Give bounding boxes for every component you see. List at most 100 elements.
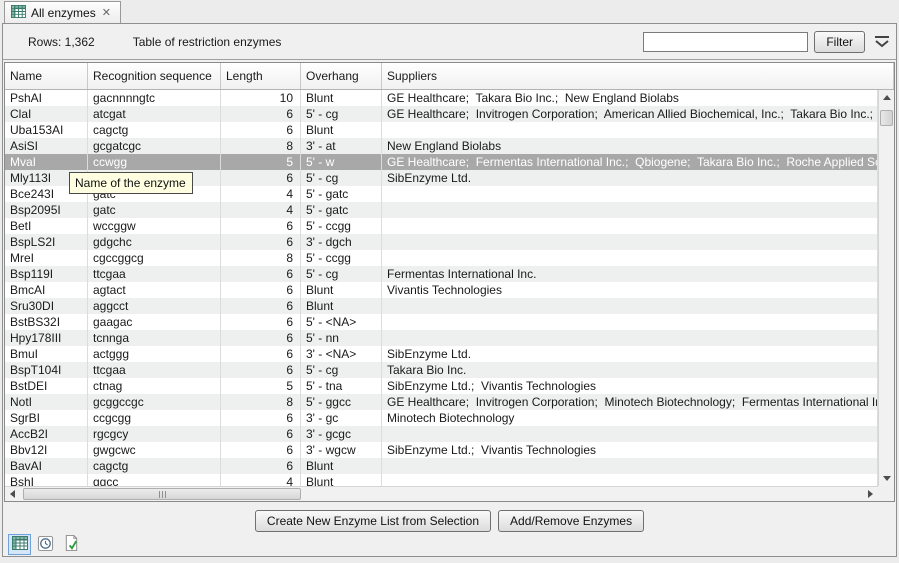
cell-overhang[interactable]: 5' - ccgg: [301, 218, 382, 234]
cell-name[interactable]: SgrBI: [5, 410, 88, 426]
cell-recognition-sequence[interactable]: wccggw: [88, 218, 221, 234]
cell-name[interactable]: PshAI: [5, 90, 88, 106]
cell-suppliers[interactable]: Minotech Biotechnology: [382, 410, 878, 426]
tab-all-enzymes[interactable]: All enzymes ✕: [4, 1, 121, 23]
cell-overhang[interactable]: Blunt: [301, 282, 382, 298]
scroll-left-button[interactable]: [5, 487, 20, 501]
column-header-suppliers[interactable]: Suppliers: [382, 63, 894, 89]
cell-recognition-sequence[interactable]: ctnag: [88, 378, 221, 394]
table-row[interactable]: ClaI atcgat 6 5' - cg GE Healthcare; Inv…: [5, 106, 878, 122]
cell-name[interactable]: NotI: [5, 394, 88, 410]
cell-overhang[interactable]: 5' - cg: [301, 170, 382, 186]
table-row[interactable]: Bsp2095I gatc 4 5' - gatc: [5, 202, 878, 218]
table-row[interactable]: Hpy178III tcnnga 6 5' - nn: [5, 330, 878, 346]
cell-length[interactable]: 6: [221, 458, 301, 474]
element-info-view-button[interactable]: [60, 534, 83, 555]
cell-recognition-sequence[interactable]: agtact: [88, 282, 221, 298]
cell-length[interactable]: 5: [221, 154, 301, 170]
cell-suppliers[interactable]: [382, 298, 878, 314]
cell-name[interactable]: BstDEI: [5, 378, 88, 394]
cell-name[interactable]: BshI: [5, 474, 88, 486]
table-row[interactable]: MvaI ccwgg 5 5' - w GE Healthcare; Ferme…: [5, 154, 878, 170]
cell-length[interactable]: 6: [221, 282, 301, 298]
cell-suppliers[interactable]: [382, 250, 878, 266]
cell-recognition-sequence[interactable]: gcggccgc: [88, 394, 221, 410]
cell-length[interactable]: 4: [221, 474, 301, 486]
cell-overhang[interactable]: 5' - w: [301, 154, 382, 170]
cell-name[interactable]: BavAI: [5, 458, 88, 474]
table-row[interactable]: BetI wccggw 6 5' - ccgg: [5, 218, 878, 234]
cell-length[interactable]: 6: [221, 410, 301, 426]
cell-overhang[interactable]: 5' - cg: [301, 106, 382, 122]
cell-length[interactable]: 6: [221, 218, 301, 234]
cell-name[interactable]: Bbv12I: [5, 442, 88, 458]
cell-suppliers[interactable]: [382, 314, 878, 330]
cell-suppliers[interactable]: [382, 122, 878, 138]
cell-length[interactable]: 5: [221, 378, 301, 394]
cell-suppliers[interactable]: [382, 426, 878, 442]
cell-suppliers[interactable]: SibEnzyme Ltd.: [382, 346, 878, 362]
cell-suppliers[interactable]: SibEnzyme Ltd.: [382, 170, 878, 186]
table-row[interactable]: SgrBI ccgcgg 6 3' - gc Minotech Biotechn…: [5, 410, 878, 426]
cell-overhang[interactable]: 5' - gatc: [301, 186, 382, 202]
scroll-down-button[interactable]: [879, 471, 894, 486]
cell-length[interactable]: 6: [221, 346, 301, 362]
table-view-button[interactable]: [8, 534, 31, 555]
cell-suppliers[interactable]: GE Healthcare; Invitrogen Corporation; M…: [382, 394, 878, 410]
cell-length[interactable]: 6: [221, 330, 301, 346]
cell-recognition-sequence[interactable]: rgcgcy: [88, 426, 221, 442]
cell-length[interactable]: 6: [221, 442, 301, 458]
table-row[interactable]: Uba153AI cagctg 6 Blunt: [5, 122, 878, 138]
cell-recognition-sequence[interactable]: ccwgg: [88, 154, 221, 170]
filter-options-icon[interactable]: [873, 35, 890, 49]
cell-length[interactable]: 8: [221, 138, 301, 154]
cell-recognition-sequence[interactable]: gdgchc: [88, 234, 221, 250]
filter-input[interactable]: [643, 32, 808, 52]
cell-suppliers[interactable]: Takara Bio Inc.: [382, 362, 878, 378]
table-row[interactable]: Sru30DI aggcct 6 Blunt: [5, 298, 878, 314]
scroll-up-button[interactable]: [879, 90, 894, 105]
table-row[interactable]: BstBS32I gaagac 6 5' - <NA>: [5, 314, 878, 330]
cell-name[interactable]: BspT104I: [5, 362, 88, 378]
cell-suppliers[interactable]: [382, 186, 878, 202]
filter-button[interactable]: Filter: [814, 31, 865, 53]
table-row[interactable]: BavAI cagctg 6 Blunt: [5, 458, 878, 474]
table-row[interactable]: BspLS2I gdgchc 6 3' - dgch: [5, 234, 878, 250]
cell-length[interactable]: 8: [221, 394, 301, 410]
table-row[interactable]: MreI cgccggcg 8 5' - ccgg: [5, 250, 878, 266]
cell-suppliers[interactable]: GE Healthcare; Takara Bio Inc.; New Engl…: [382, 90, 878, 106]
cell-recognition-sequence[interactable]: ttcgaa: [88, 362, 221, 378]
horizontal-scrollbar[interactable]: [5, 486, 878, 501]
cell-overhang[interactable]: 5' - ggcc: [301, 394, 382, 410]
cell-length[interactable]: 6: [221, 298, 301, 314]
cell-name[interactable]: BmuI: [5, 346, 88, 362]
cell-overhang[interactable]: 3' - gcgc: [301, 426, 382, 442]
cell-length[interactable]: 4: [221, 186, 301, 202]
cell-overhang[interactable]: 5' - cg: [301, 362, 382, 378]
cell-name[interactable]: AsiSI: [5, 138, 88, 154]
cell-suppliers[interactable]: Fermentas International Inc.: [382, 266, 878, 282]
table-row[interactable]: BmcAI agtact 6 Blunt Vivantis Technologi…: [5, 282, 878, 298]
cell-length[interactable]: 6: [221, 106, 301, 122]
cell-recognition-sequence[interactable]: ggcc: [88, 474, 221, 486]
history-view-button[interactable]: [34, 534, 57, 555]
cell-recognition-sequence[interactable]: aggcct: [88, 298, 221, 314]
horizontal-scrollbar-thumb[interactable]: [23, 488, 301, 500]
cell-overhang[interactable]: 3' - dgch: [301, 234, 382, 250]
cell-recognition-sequence[interactable]: gatc: [88, 202, 221, 218]
cell-suppliers[interactable]: [382, 202, 878, 218]
table-row[interactable]: NotI gcggccgc 8 5' - ggcc GE Healthcare;…: [5, 394, 878, 410]
cell-name[interactable]: AccB2I: [5, 426, 88, 442]
cell-recognition-sequence[interactable]: ccgcgg: [88, 410, 221, 426]
table-row[interactable]: PshAI gacnnnngtc 10 Blunt GE Healthcare;…: [5, 90, 878, 106]
cell-name[interactable]: BetI: [5, 218, 88, 234]
cell-overhang[interactable]: 3' - <NA>: [301, 346, 382, 362]
vertical-scrollbar[interactable]: [878, 90, 894, 486]
column-header-recognition-sequence[interactable]: Recognition sequence: [88, 63, 221, 89]
cell-length[interactable]: 6: [221, 122, 301, 138]
cell-overhang[interactable]: 3' - at: [301, 138, 382, 154]
cell-length[interactable]: 10: [221, 90, 301, 106]
cell-name[interactable]: Sru30DI: [5, 298, 88, 314]
cell-name[interactable]: MreI: [5, 250, 88, 266]
cell-suppliers[interactable]: [382, 218, 878, 234]
